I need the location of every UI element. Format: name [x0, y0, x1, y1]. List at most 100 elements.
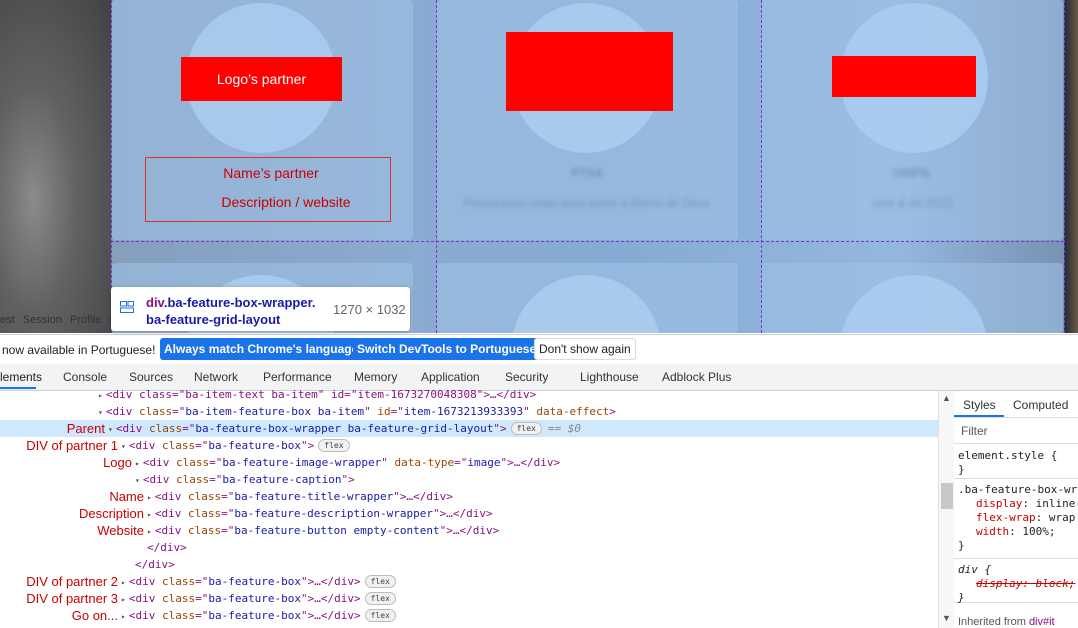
- dom-node-row[interactable]: DIV of partner 3 ▸ <div class="ba-feature-…: [0, 590, 938, 607]
- tab-elements[interactable]: lements: [0, 370, 42, 384]
- collapse-arrow-icon[interactable]: ▸: [147, 493, 152, 502]
- grid-line: [111, 0, 112, 333]
- selected-marker: == $0: [547, 422, 581, 435]
- switch-devtools-language-button[interactable]: Switch DevTools to Portuguese: [353, 338, 541, 360]
- tab-console[interactable]: Console: [63, 370, 107, 384]
- dom-node-code[interactable]: ▾ <div class="ba-feature-caption">: [135, 471, 355, 489]
- attr-name: class: [175, 456, 210, 469]
- dom-node-code[interactable]: ▸ <div class="ba-feature-image-wrapper" d…: [135, 454, 560, 472]
- dom-node-code[interactable]: ▸ <div class="ba-feature-box">…</div> flex: [121, 573, 396, 591]
- tag-close: >…</div>: [439, 507, 493, 520]
- css-selector: div {: [958, 563, 992, 576]
- dom-node-code[interactable]: ▸ <div class="ba-feature-title-wrapper">……: [147, 488, 453, 506]
- dom-node-row[interactable]: ▸ <div class="ba-item-text ba-item" id="i…: [0, 386, 938, 403]
- dom-node-code[interactable]: ▾ <div class="ba-feature-box-wrapper ba-f…: [108, 420, 581, 438]
- tab-network[interactable]: Network: [194, 370, 238, 384]
- css-brace: }: [958, 591, 965, 604]
- expand-arrow-icon[interactable]: ▾: [98, 408, 103, 417]
- scrollbar-thumb[interactable]: [941, 483, 953, 509]
- dom-node-row[interactable]: Website ▸ <div class="ba-feature-button em…: [0, 522, 938, 539]
- dom-node-code[interactable]: ▸ <div class="ba-item-text ba-item" id="i…: [98, 386, 536, 404]
- attr-value: ba-feature-caption: [222, 473, 342, 486]
- expand-arrow-icon[interactable]: ▾: [135, 476, 140, 485]
- dom-node-code[interactable]: ▸ <div class="ba-feature-box">…</div> flex: [121, 590, 396, 608]
- property-value: : wrap: [1035, 511, 1076, 524]
- tag-open: <div: [142, 456, 170, 469]
- tab-performance[interactable]: Performance: [263, 370, 332, 384]
- dom-node-code[interactable]: ▸ <div class="ba-feature-button empty-con…: [147, 522, 499, 540]
- elements-scrollbar[interactable]: ▲ ▼: [938, 391, 955, 628]
- dom-node-row[interactable]: </div>: [0, 556, 938, 573]
- tab-styles[interactable]: Styles: [963, 398, 996, 412]
- inherited-link[interactable]: div#it: [1029, 616, 1055, 628]
- property-name: display: [976, 497, 1023, 510]
- always-match-language-button[interactable]: Always match Chrome's language: [160, 338, 363, 360]
- css-rule[interactable]: element.style {}: [954, 445, 1078, 479]
- grid-line: [436, 0, 437, 333]
- dont-show-again-button[interactable]: Don't show again: [534, 338, 636, 360]
- collapse-arrow-icon[interactable]: ▸: [98, 391, 103, 400]
- dom-node-row[interactable]: ▾ <div class="ba-item-feature-box ba-item…: [0, 403, 938, 420]
- styles-filter-input[interactable]: Filter: [954, 418, 1078, 444]
- flex-badge[interactable]: flex: [318, 439, 350, 452]
- dom-node-code[interactable]: </div>: [147, 539, 187, 556]
- dom-node-row[interactable]: DIV of partner 1 ▾ <div class="ba-feature-…: [0, 437, 938, 454]
- css-rule[interactable]: .ba-feature-box-wra display: inline-flex-…: [954, 479, 1078, 559]
- inspect-tooltip: div.ba-feature-box-wrapper. ba-feature-g…: [111, 287, 410, 331]
- tab-sources[interactable]: Sources: [129, 370, 173, 384]
- tag-open: <div: [115, 422, 143, 435]
- tab-application[interactable]: Application: [421, 370, 480, 384]
- annotation-label: Name: [109, 489, 144, 504]
- css-rule[interactable]: div {display: block;}: [954, 559, 1078, 604]
- collapse-arrow-icon[interactable]: ▸: [121, 578, 126, 587]
- tooltip-selector: div.ba-feature-box-wrapper. ba-feature-g…: [146, 294, 316, 328]
- flex-badge[interactable]: flex: [510, 422, 542, 435]
- menu-item[interactable]: Profile: [70, 314, 101, 326]
- tag-open: <div: [105, 405, 133, 418]
- attr-eq: =": [221, 524, 235, 537]
- attr-value: ba-feature-box: [208, 592, 302, 605]
- collapse-arrow-icon[interactable]: ▸: [147, 510, 152, 519]
- collapse-arrow-icon[interactable]: ▸: [135, 459, 140, 468]
- menu-item[interactable]: est: [0, 314, 15, 326]
- tab-security[interactable]: Security: [505, 370, 548, 384]
- dom-node-code[interactable]: ▾ <div class="ba-item-feature-box ba-item…: [98, 403, 616, 421]
- tab-memory[interactable]: Memory: [354, 370, 397, 384]
- collapse-arrow-icon[interactable]: ▸: [121, 595, 126, 604]
- flex-badge[interactable]: flex: [364, 575, 396, 588]
- dom-node-row[interactable]: DIV of partner 2 ▸ <div class="ba-feature-…: [0, 573, 938, 590]
- dom-node-row[interactable]: </div>: [0, 539, 938, 556]
- attr-eq: ": [493, 422, 500, 435]
- tab-adblock-plus[interactable]: Adblock Plus: [662, 370, 731, 384]
- expand-arrow-icon[interactable]: ▾: [108, 425, 113, 434]
- css-property[interactable]: display: block;: [954, 577, 1078, 591]
- dom-node-code[interactable]: ▾ <div class="ba-feature-box"> flex: [121, 437, 350, 455]
- tag-close: >…</div>: [307, 609, 361, 622]
- collapse-arrow-icon[interactable]: ▸: [147, 527, 152, 536]
- logo-label: Logo’s partner: [216, 71, 307, 87]
- dom-node-row[interactable]: ▾ <div class="ba-feature-caption">: [0, 471, 938, 488]
- dom-node-row[interactable]: Go on... ▸ <div class="ba-feature-box">…</…: [0, 607, 938, 624]
- dom-node-row[interactable]: Name ▸ <div class="ba-feature-title-wrappe…: [0, 488, 938, 505]
- tab-lighthouse[interactable]: Lighthouse: [580, 370, 639, 384]
- expand-arrow-icon[interactable]: ▾: [121, 442, 126, 451]
- scroll-down-icon[interactable]: ▼: [942, 613, 951, 623]
- scroll-up-icon[interactable]: ▲: [942, 393, 951, 403]
- dom-node-code[interactable]: ▸ <div class="ba-feature-description-wrap…: [147, 505, 493, 523]
- menu-item[interactable]: Session: [23, 314, 62, 326]
- css-property[interactable]: display: inline-: [954, 497, 1078, 511]
- dom-node-row[interactable]: Parent ▾ <div class="ba-feature-box-wrappe…: [0, 420, 938, 437]
- dom-node-row[interactable]: Description ▸ <div class="ba-feature-descr…: [0, 505, 938, 522]
- dom-node-code[interactable]: ▸ <div class="ba-feature-box">…</div> flex: [121, 607, 396, 625]
- dom-node-row[interactable]: Logo ▸ <div class="ba-feature-image-wrappe…: [0, 454, 938, 471]
- tag-open: <div: [128, 609, 156, 622]
- tab-computed[interactable]: Computed: [1013, 398, 1068, 412]
- flex-badge[interactable]: flex: [364, 592, 396, 605]
- language-infobar: now available in Portuguese! Always matc…: [0, 334, 1078, 365]
- css-property[interactable]: width: 100%;: [954, 525, 1078, 539]
- css-property[interactable]: flex-wrap: wrap: [954, 511, 1078, 525]
- tag-close: >…</div>: [307, 592, 361, 605]
- collapse-arrow-icon[interactable]: ▸: [121, 612, 126, 621]
- flex-badge[interactable]: flex: [364, 609, 396, 622]
- dom-node-code[interactable]: </div>: [135, 556, 175, 573]
